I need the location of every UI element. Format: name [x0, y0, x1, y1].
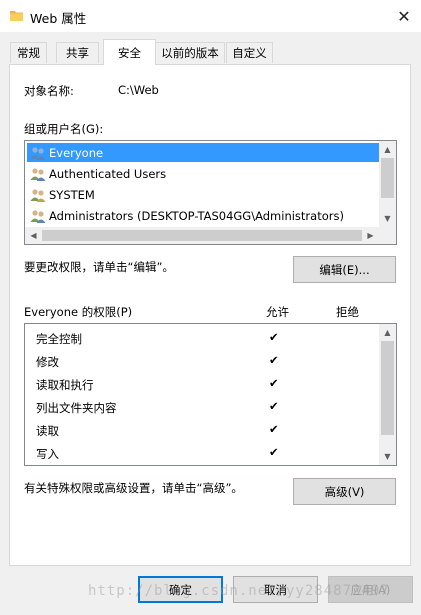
window-title: Web 属性: [30, 11, 87, 26]
scroll-thumb[interactable]: [381, 158, 394, 198]
edit-button-label: 编辑(E)...: [319, 262, 370, 277]
groups-label: 组或用户名(G):: [24, 122, 104, 136]
scroll-up-arrow-icon[interactable]: ▲: [379, 324, 396, 341]
permission-name: 修改: [36, 355, 59, 369]
advanced-hint: 有关特殊权限或高级设置，请单击“高级”。: [24, 481, 243, 495]
scroll-down-arrow-icon[interactable]: ▼: [379, 210, 396, 227]
list-item-everyone[interactable]: Everyone: [27, 143, 379, 162]
advanced-button[interactable]: 高级(V): [293, 478, 396, 505]
allow-check-icon: ✔: [269, 376, 279, 390]
cancel-button-label: 取消: [264, 582, 287, 597]
scroll-down-arrow-icon[interactable]: ▼: [379, 448, 396, 465]
allow-check-icon: ✔: [269, 330, 279, 344]
tab-label: 安全: [118, 45, 141, 60]
permissions-listbox: 完全控制 ✔ 修改 ✔ 读取和执行 ✔ 列出文件夹内容 ✔ 读取 ✔ 写入 ✔ …: [24, 323, 397, 466]
title-bar: Web 属性 ✕: [0, 0, 421, 32]
cancel-button[interactable]: 取消: [233, 576, 318, 603]
tab-security[interactable]: 安全: [103, 39, 156, 65]
user-group-icon: [30, 167, 46, 181]
tab-general[interactable]: 常规: [10, 42, 47, 63]
apply-button-label: 应用(A): [350, 582, 391, 597]
allow-check-icon: ✔: [269, 445, 279, 459]
permission-name: 写入: [36, 447, 59, 461]
permissions-vertical-scrollbar[interactable]: ▲ ▼: [379, 324, 396, 465]
list-item-administrators[interactable]: Administrators (DESKTOP-TAS04GG\Administ…: [27, 206, 344, 225]
user-name: Administrators (DESKTOP-TAS04GG\Administ…: [49, 208, 344, 223]
permission-row: 读取和执行 ✔: [25, 374, 381, 397]
tab-label: 以前的版本: [161, 46, 219, 60]
apply-button[interactable]: 应用(A): [328, 576, 413, 603]
tab-previous-versions[interactable]: 以前的版本: [155, 42, 225, 63]
user-group-icon: [30, 146, 46, 160]
tab-label: 自定义: [232, 46, 267, 60]
close-button[interactable]: ✕: [390, 3, 418, 29]
scrollbar-corner: [379, 227, 396, 244]
tab-customize[interactable]: 自定义: [226, 42, 273, 63]
allow-column-header: 允许: [266, 305, 289, 319]
advanced-button-label: 高级(V): [324, 484, 365, 499]
user-name: Authenticated Users: [49, 166, 167, 181]
scroll-thumb[interactable]: [42, 230, 362, 241]
permissions-label: Everyone 的权限(P): [24, 305, 133, 319]
permission-row: 列出文件夹内容 ✔: [25, 397, 381, 420]
allow-check-icon: ✔: [269, 353, 279, 367]
permission-name: 读取: [36, 424, 59, 438]
scroll-up-arrow-icon[interactable]: ▲: [379, 141, 396, 158]
object-name-label: 对象名称:: [24, 84, 74, 98]
ok-button-label: 确定: [169, 582, 192, 597]
user-group-icon: [30, 209, 46, 223]
tab-label: 常规: [17, 46, 40, 60]
close-icon: ✕: [397, 6, 411, 26]
scroll-thumb[interactable]: [381, 341, 394, 435]
object-name-value: C:\Web: [118, 83, 159, 97]
list-item-authenticated-users[interactable]: Authenticated Users: [27, 164, 166, 183]
user-group-icon: [30, 188, 46, 202]
edit-button[interactable]: 编辑(E)...: [293, 256, 396, 283]
permission-name: 完全控制: [36, 332, 82, 346]
tab-label: 共享: [66, 46, 89, 60]
allow-check-icon: ✔: [269, 422, 279, 436]
permission-row: 完全控制 ✔: [25, 328, 381, 351]
ok-button[interactable]: 确定: [138, 576, 223, 603]
allow-check-icon: ✔: [269, 399, 279, 413]
deny-column-header: 拒绝: [336, 305, 359, 319]
user-name: Everyone: [49, 145, 104, 160]
scroll-right-arrow-icon[interactable]: ▶: [362, 227, 379, 244]
permission-name: 列出文件夹内容: [36, 401, 117, 415]
users-horizontal-scrollbar[interactable]: ◀ ▶: [25, 227, 379, 244]
users-vertical-scrollbar[interactable]: ▲ ▼: [379, 141, 396, 227]
users-listbox[interactable]: Everyone Authenticated Users SYSTEM Admi…: [24, 140, 397, 245]
permission-row: 写入 ✔: [25, 443, 381, 465]
scroll-left-arrow-icon[interactable]: ◀: [25, 227, 42, 244]
edit-hint: 要更改权限，请单击“编辑”。: [24, 260, 174, 274]
list-item-system[interactable]: SYSTEM: [27, 185, 95, 204]
folder-icon: [10, 11, 23, 21]
permission-row: 修改 ✔: [25, 351, 381, 374]
user-name: SYSTEM: [49, 187, 95, 202]
permission-row: 读取 ✔: [25, 420, 381, 443]
tab-sharing[interactable]: 共享: [56, 42, 99, 63]
permission-name: 读取和执行: [36, 378, 94, 392]
